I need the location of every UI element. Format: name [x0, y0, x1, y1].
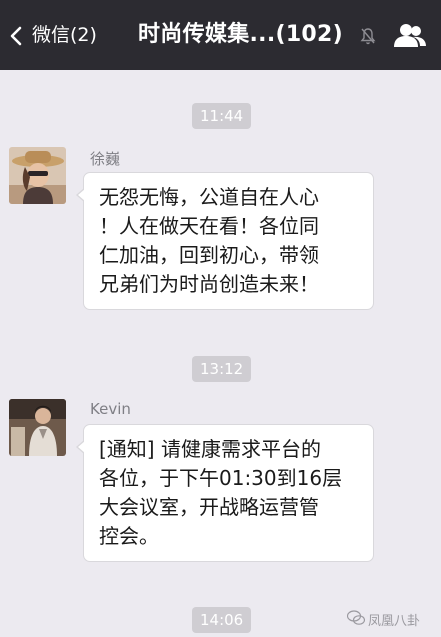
timestamp: 13:12 [192, 356, 252, 382]
wechat-logo-icon [347, 610, 365, 625]
watermark-text: 凤凰八卦 [368, 614, 421, 629]
avatar-kevin[interactable] [9, 399, 66, 456]
message-line: 大会议室，开战略运营管 [99, 495, 319, 519]
chat-title: 时尚传媒集...(102) [138, 22, 344, 47]
avatar-xuwei[interactable] [9, 147, 66, 204]
back-label: 微信(2) [32, 24, 97, 46]
timestamp: 14:06 [192, 607, 252, 633]
message-line: 兄弟们为时尚创造未来！ [99, 272, 319, 296]
back-button[interactable]: 微信(2) [0, 0, 110, 70]
message-line: [通知] 请健康需求平台的 [99, 437, 321, 461]
sender-name: 徐巍 [90, 150, 121, 168]
back-chevron-icon [10, 26, 22, 46]
avatar-image [9, 147, 66, 204]
message-bubble[interactable]: [通知] 请健康需求平台的 各位，于下午01:30到16层 大会议室，开战略运营… [76, 424, 374, 562]
message-bubble[interactable]: 无怨无悔，公道自在人心 ！人在做天在看！各位同 仁加油，回到初心，带领 兄弟们为… [76, 172, 374, 310]
message-line: 各位，于下午01:30到16层 [99, 466, 343, 490]
message-line: ！人在做天在看！各位同 [99, 214, 319, 238]
avatar-image [9, 399, 66, 456]
timestamp: 11:44 [192, 103, 252, 129]
group-profile-icon[interactable] [393, 22, 427, 48]
message-line: 无怨无悔，公道自在人心 [99, 185, 319, 209]
sender-name: Kevin [90, 400, 131, 418]
top-bar: 微信(2) 时尚传媒集...(102) [0, 0, 441, 70]
mute-bell-icon [360, 28, 376, 45]
message-line: 仁加油，回到初心，带领 [99, 243, 319, 267]
message-line: 控会。 [99, 524, 159, 548]
